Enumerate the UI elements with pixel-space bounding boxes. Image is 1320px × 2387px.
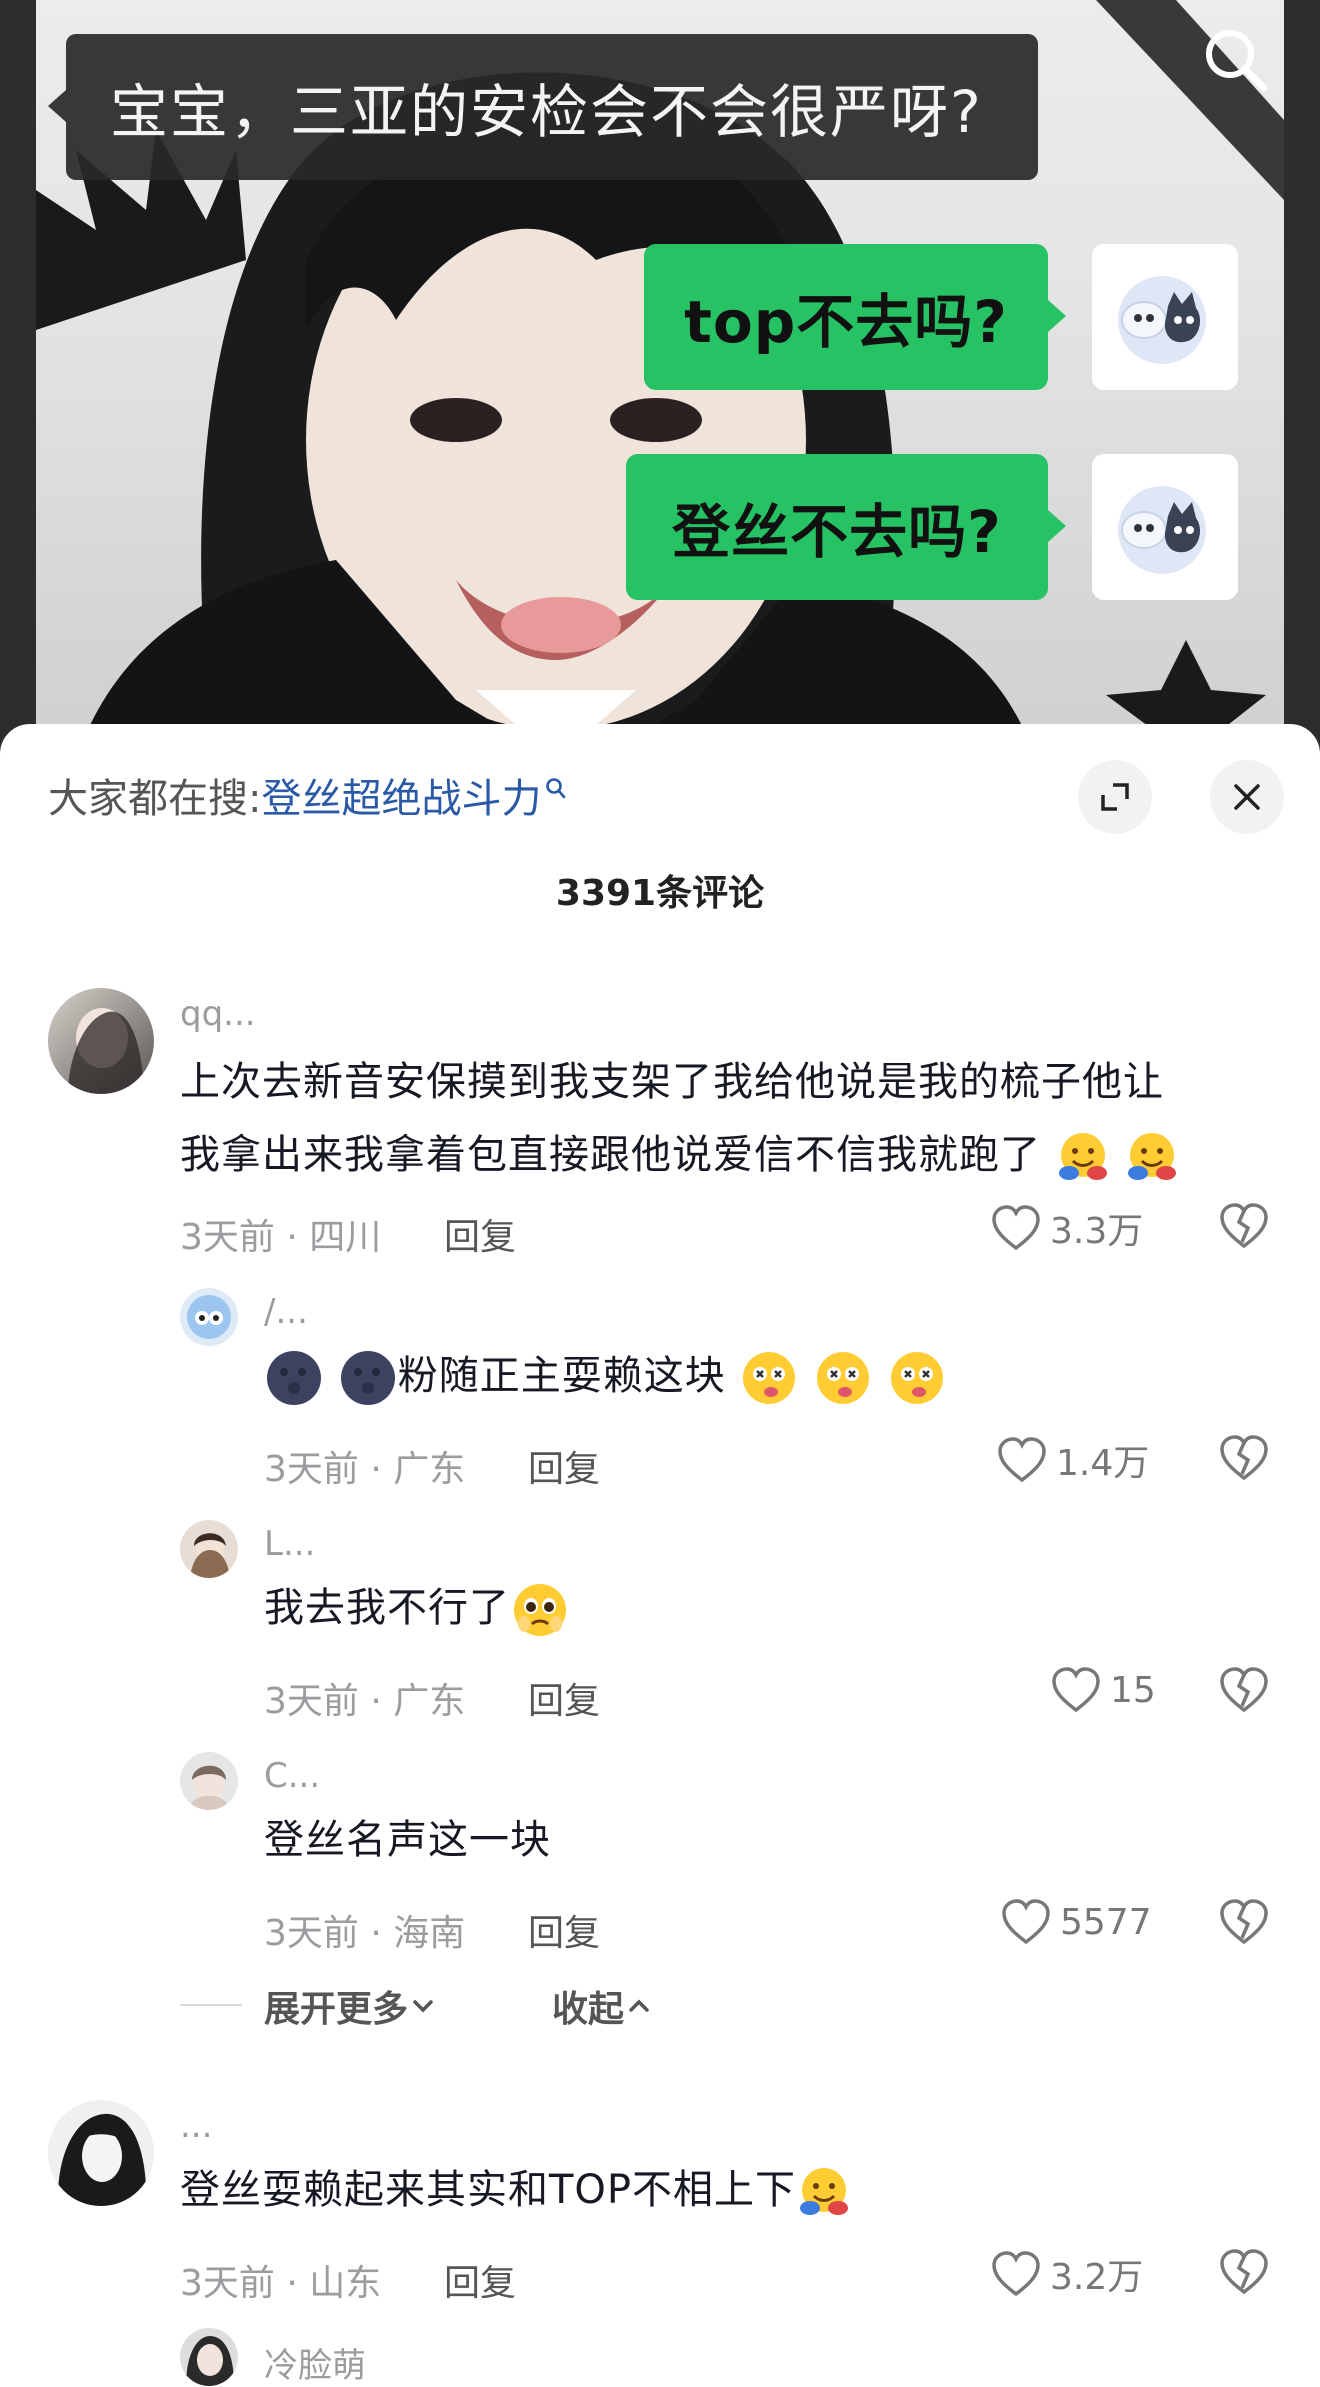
comment-meta: 3天前 · 山东 [180,2263,382,2304]
avatar[interactable] [48,2100,154,2206]
comment-text: 登丝耍赖起来其实和TOP不相上下 [180,2154,852,2227]
like-button[interactable]: 1.4万 [996,1434,1149,1486]
comment-username[interactable]: L... [264,1524,315,1564]
comment-username[interactable]: qq... [180,994,256,1034]
dislike-button[interactable] [1218,1666,1270,1718]
comment-meta: 3天前 · 四川 [180,1217,382,1258]
collapse-button[interactable]: 收起 [552,1980,654,2032]
comment-username[interactable]: ... [180,2106,212,2146]
comment-count: 3391条评论 [0,864,1320,916]
avatar[interactable] [180,1752,238,1810]
like-button[interactable]: 5577 [1000,1898,1152,1946]
chat-bubble-text: 登丝不去吗? [672,498,1002,566]
trending-search[interactable]: 大家都在搜:登丝超绝战斗力 [48,766,567,824]
video-player[interactable]: 宝宝，三亚的安检会不会很严呀? top不去吗? 登丝不去吗? [0,0,1320,760]
dizzy-face-icon [817,1352,870,1404]
video-caption-box: 宝宝，三亚的安检会不会很严呀? [48,34,1038,180]
comment-username[interactable]: C... [264,1756,320,1796]
search-icon[interactable] [1200,24,1270,94]
chat-bubble-text: top不去吗? [684,288,1008,356]
like-count: 3.2万 [1050,2257,1144,2298]
like-count: 1.4万 [1056,1443,1150,1484]
comment-meta: 3天前 · 海南 [264,1913,466,1954]
broken-heart-icon [1220,1899,1268,1945]
heart-icon [992,1205,1040,1251]
dizzy-face-icon [743,1352,796,1404]
reply-button[interactable]: 回复 [444,2254,516,2306]
like-count: 5577 [1060,1901,1152,1943]
comment-username[interactable]: /... [264,1292,308,1332]
hug-emoji-icon [1058,1133,1107,1180]
avatar[interactable] [180,1520,238,1578]
reply-button[interactable]: 回复 [528,1904,600,1956]
heart-icon [1052,1667,1100,1713]
close-button[interactable] [1210,760,1284,834]
broken-heart-icon [1220,1203,1268,1249]
heart-icon [998,1437,1046,1483]
expand-more-button[interactable]: 展开更多 [264,1980,438,2032]
video-caption: 宝宝，三亚的安检会不会很严呀? [110,78,983,146]
search-icon [545,766,567,812]
comment-text-line: 我拿出来我拿着包直接跟他说爱信不信我就跑了 [180,1119,1260,1192]
trending-keyword[interactable]: 登丝超绝战斗力 [261,776,541,822]
moon-face-icon [340,1351,395,1405]
comments-sheet: 大家都在搜:登丝超绝战斗力 3391条评论 qq... 上次去新音安保摸到我支架… [0,724,1320,2386]
chevron-down-icon [413,2000,433,2013]
hug-emoji-icon [1128,1133,1177,1180]
teary-face-icon [514,1584,566,1636]
like-button[interactable]: 15 [1050,1666,1156,1714]
avatar[interactable] [48,988,154,1094]
moon-face-icon [267,1351,321,1405]
thread-divider [180,2004,242,2006]
comment-text: 我去我不行了 [264,1572,570,1645]
comment-count-suffix: 条评论 [656,873,765,914]
like-count: 3.3万 [1050,1211,1144,1252]
comment-text: 上次去新音安保摸到我支架了我给他说是我的梳子他让 我拿出来我拿着包直接跟他说爱信… [180,1046,1260,1192]
chat-bubble-fans: 登丝不去吗? [626,454,1066,600]
dislike-button[interactable] [1218,1434,1270,1486]
comment-meta: 3天前 · 广东 [264,1681,466,1722]
comment-text-line: 上次去新音安保摸到我支架了我给他说是我的梳子他让 [180,1059,1164,1105]
comment-meta: 3天前 · 广东 [264,1449,466,1490]
comment-text: 粉随正主耍赖这块 [264,1340,947,1413]
dislike-button[interactable] [1218,2248,1270,2300]
trending-prefix: 大家都在搜: [48,776,262,822]
dizzy-face-icon [890,1352,943,1404]
reply-button[interactable]: 回复 [528,1440,600,1492]
broken-heart-icon [1220,2249,1268,2295]
like-count: 15 [1110,1669,1156,1711]
avatar[interactable] [180,2328,238,2386]
comment-text: 登丝名声这一块 [264,1817,551,1863]
chevron-up-icon [629,1999,649,2012]
broken-heart-icon [1220,1667,1268,1713]
like-button[interactable]: 3.3万 [990,1202,1143,1254]
dislike-button[interactable] [1218,1202,1270,1254]
dislike-button[interactable] [1218,1898,1270,1950]
reply-button[interactable]: 回复 [528,1672,600,1724]
heart-icon [992,2251,1040,2297]
hug-emoji-icon [800,2168,849,2215]
heart-icon [1002,1899,1050,1945]
reply-button[interactable]: 回复 [444,1208,516,1260]
like-button[interactable]: 3.2万 [990,2248,1143,2300]
expand-icon [1101,783,1129,811]
chat-bubble-top: top不去吗? [644,244,1066,390]
close-icon [1234,784,1260,810]
avatar[interactable] [180,1288,238,1346]
comment-username[interactable]: 冷脸萌 [264,2338,366,2387]
chat-avatar-icon [1092,454,1238,600]
comment-count-number: 3391 [555,873,657,914]
chat-avatar-icon [1092,244,1238,390]
broken-heart-icon [1220,1435,1268,1481]
fullscreen-button[interactable] [1078,760,1152,834]
